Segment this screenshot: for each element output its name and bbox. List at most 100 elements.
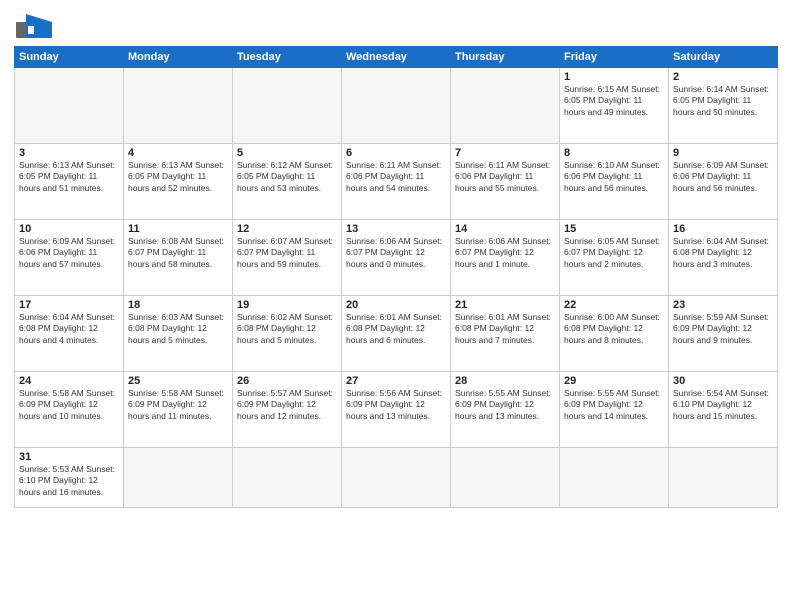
day-header-friday: Friday [560,47,669,68]
day-info: Sunrise: 6:08 AM Sunset: 6:07 PM Dayligh… [128,236,228,270]
day-info: Sunrise: 5:58 AM Sunset: 6:09 PM Dayligh… [19,388,119,422]
day-info: Sunrise: 5:58 AM Sunset: 6:09 PM Dayligh… [128,388,228,422]
day-info: Sunrise: 6:00 AM Sunset: 6:08 PM Dayligh… [564,312,664,346]
day-info: Sunrise: 6:10 AM Sunset: 6:06 PM Dayligh… [564,160,664,194]
calendar-cell: 30Sunrise: 5:54 AM Sunset: 6:10 PM Dayli… [669,372,778,448]
day-number: 21 [455,299,555,311]
calendar-cell: 29Sunrise: 5:55 AM Sunset: 6:09 PM Dayli… [560,372,669,448]
calendar-cell: 18Sunrise: 6:03 AM Sunset: 6:08 PM Dayli… [124,296,233,372]
calendar-cell: 20Sunrise: 6:01 AM Sunset: 6:08 PM Dayli… [342,296,451,372]
calendar-cell: 12Sunrise: 6:07 AM Sunset: 6:07 PM Dayli… [233,220,342,296]
day-number: 8 [564,147,664,159]
day-info: Sunrise: 6:15 AM Sunset: 6:05 PM Dayligh… [564,84,664,118]
calendar-cell: 23Sunrise: 5:59 AM Sunset: 6:09 PM Dayli… [669,296,778,372]
day-number: 28 [455,375,555,387]
day-number: 9 [673,147,773,159]
day-info: Sunrise: 6:02 AM Sunset: 6:08 PM Dayligh… [237,312,337,346]
calendar-cell [233,448,342,508]
calendar-cell: 26Sunrise: 5:57 AM Sunset: 6:09 PM Dayli… [233,372,342,448]
calendar-cell [15,68,124,144]
calendar-cell: 14Sunrise: 6:06 AM Sunset: 6:07 PM Dayli… [451,220,560,296]
day-number: 14 [455,223,555,235]
day-number: 6 [346,147,446,159]
calendar-cell: 25Sunrise: 5:58 AM Sunset: 6:09 PM Dayli… [124,372,233,448]
day-number: 19 [237,299,337,311]
day-info: Sunrise: 6:14 AM Sunset: 6:05 PM Dayligh… [673,84,773,118]
calendar-cell [342,68,451,144]
day-info: Sunrise: 6:13 AM Sunset: 6:05 PM Dayligh… [19,160,119,194]
calendar-cell: 10Sunrise: 6:09 AM Sunset: 6:06 PM Dayli… [15,220,124,296]
calendar-cell: 11Sunrise: 6:08 AM Sunset: 6:07 PM Dayli… [124,220,233,296]
day-header-saturday: Saturday [669,47,778,68]
calendar-cell [233,68,342,144]
calendar-cell: 31Sunrise: 5:53 AM Sunset: 6:10 PM Dayli… [15,448,124,508]
calendar-table: SundayMondayTuesdayWednesdayThursdayFrid… [14,46,778,508]
day-number: 4 [128,147,228,159]
page: SundayMondayTuesdayWednesdayThursdayFrid… [0,0,792,612]
day-number: 31 [19,451,119,463]
calendar-cell: 4Sunrise: 6:13 AM Sunset: 6:05 PM Daylig… [124,144,233,220]
calendar-cell [342,448,451,508]
day-info: Sunrise: 5:56 AM Sunset: 6:09 PM Dayligh… [346,388,446,422]
day-number: 3 [19,147,119,159]
day-info: Sunrise: 6:06 AM Sunset: 6:07 PM Dayligh… [346,236,446,270]
day-number: 7 [455,147,555,159]
day-header-sunday: Sunday [15,47,124,68]
day-number: 25 [128,375,228,387]
calendar-week-2: 10Sunrise: 6:09 AM Sunset: 6:06 PM Dayli… [15,220,778,296]
day-number: 5 [237,147,337,159]
calendar-cell: 7Sunrise: 6:11 AM Sunset: 6:06 PM Daylig… [451,144,560,220]
day-info: Sunrise: 6:04 AM Sunset: 6:08 PM Dayligh… [673,236,773,270]
day-info: Sunrise: 6:04 AM Sunset: 6:08 PM Dayligh… [19,312,119,346]
calendar-cell: 19Sunrise: 6:02 AM Sunset: 6:08 PM Dayli… [233,296,342,372]
calendar-week-1: 3Sunrise: 6:13 AM Sunset: 6:05 PM Daylig… [15,144,778,220]
day-header-monday: Monday [124,47,233,68]
calendar-cell: 16Sunrise: 6:04 AM Sunset: 6:08 PM Dayli… [669,220,778,296]
logo-icon [14,12,54,40]
calendar-cell [124,448,233,508]
calendar-cell: 8Sunrise: 6:10 AM Sunset: 6:06 PM Daylig… [560,144,669,220]
calendar-week-3: 17Sunrise: 6:04 AM Sunset: 6:08 PM Dayli… [15,296,778,372]
calendar-cell [124,68,233,144]
day-info: Sunrise: 6:09 AM Sunset: 6:06 PM Dayligh… [673,160,773,194]
calendar-cell [669,448,778,508]
day-number: 12 [237,223,337,235]
day-number: 13 [346,223,446,235]
calendar-cell: 15Sunrise: 6:05 AM Sunset: 6:07 PM Dayli… [560,220,669,296]
calendar-cell: 17Sunrise: 6:04 AM Sunset: 6:08 PM Dayli… [15,296,124,372]
day-header-wednesday: Wednesday [342,47,451,68]
calendar-week-5: 31Sunrise: 5:53 AM Sunset: 6:10 PM Dayli… [15,448,778,508]
day-number: 20 [346,299,446,311]
calendar-cell: 2Sunrise: 6:14 AM Sunset: 6:05 PM Daylig… [669,68,778,144]
calendar-cell: 1Sunrise: 6:15 AM Sunset: 6:05 PM Daylig… [560,68,669,144]
day-info: Sunrise: 6:06 AM Sunset: 6:07 PM Dayligh… [455,236,555,270]
day-info: Sunrise: 6:09 AM Sunset: 6:06 PM Dayligh… [19,236,119,270]
calendar-cell: 9Sunrise: 6:09 AM Sunset: 6:06 PM Daylig… [669,144,778,220]
day-number: 10 [19,223,119,235]
day-number: 16 [673,223,773,235]
day-info: Sunrise: 5:55 AM Sunset: 6:09 PM Dayligh… [455,388,555,422]
day-info: Sunrise: 5:53 AM Sunset: 6:10 PM Dayligh… [19,464,119,498]
day-number: 23 [673,299,773,311]
calendar-cell: 24Sunrise: 5:58 AM Sunset: 6:09 PM Dayli… [15,372,124,448]
day-info: Sunrise: 6:13 AM Sunset: 6:05 PM Dayligh… [128,160,228,194]
calendar-cell [560,448,669,508]
day-number: 1 [564,71,664,83]
day-info: Sunrise: 5:54 AM Sunset: 6:10 PM Dayligh… [673,388,773,422]
calendar-cell: 28Sunrise: 5:55 AM Sunset: 6:09 PM Dayli… [451,372,560,448]
calendar-cell [451,68,560,144]
calendar-header-row: SundayMondayTuesdayWednesdayThursdayFrid… [15,47,778,68]
calendar-cell: 6Sunrise: 6:11 AM Sunset: 6:06 PM Daylig… [342,144,451,220]
calendar-cell: 13Sunrise: 6:06 AM Sunset: 6:07 PM Dayli… [342,220,451,296]
day-number: 11 [128,223,228,235]
calendar-cell: 3Sunrise: 6:13 AM Sunset: 6:05 PM Daylig… [15,144,124,220]
day-info: Sunrise: 6:03 AM Sunset: 6:08 PM Dayligh… [128,312,228,346]
day-header-tuesday: Tuesday [233,47,342,68]
day-info: Sunrise: 6:11 AM Sunset: 6:06 PM Dayligh… [455,160,555,194]
calendar-cell: 27Sunrise: 5:56 AM Sunset: 6:09 PM Dayli… [342,372,451,448]
calendar-cell [451,448,560,508]
calendar-cell: 21Sunrise: 6:01 AM Sunset: 6:08 PM Dayli… [451,296,560,372]
day-header-thursday: Thursday [451,47,560,68]
day-number: 26 [237,375,337,387]
calendar-week-0: 1Sunrise: 6:15 AM Sunset: 6:05 PM Daylig… [15,68,778,144]
